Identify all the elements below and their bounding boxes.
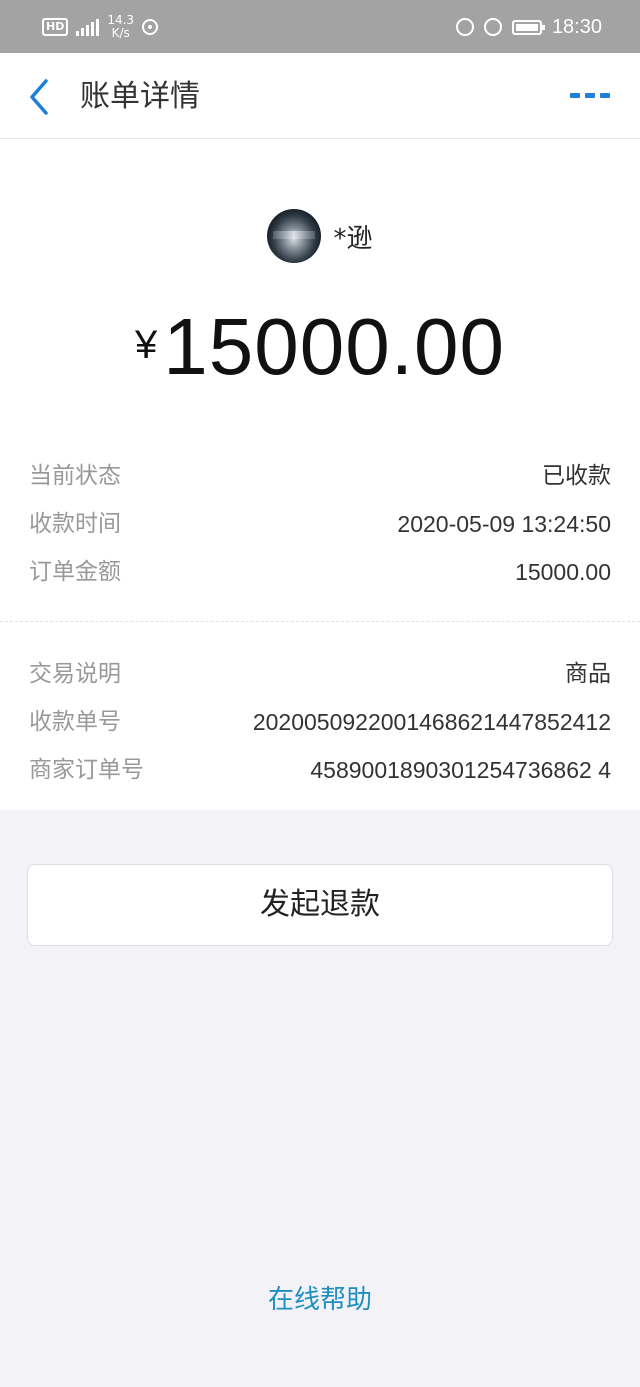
detail-row-receipt-no: 收款单号 2020050922001468621447852412 <box>29 698 611 746</box>
detail-label: 收款时间 <box>29 511 121 537</box>
avatar <box>267 209 322 263</box>
detail-row-time: 收款时间 2020-05-09 13:24:50 <box>29 500 611 548</box>
detail-value: 2020-05-09 13:24:50 <box>397 511 611 537</box>
back-arrow-icon[interactable] <box>24 77 60 117</box>
amount: ¥15000.00 <box>0 301 640 393</box>
currency-symbol: ¥ <box>135 323 158 367</box>
network-speed-unit: K/s <box>111 26 130 40</box>
detail-row-status: 当前状态 已收款 <box>29 452 611 500</box>
detail-label: 商家订单号 <box>29 757 144 783</box>
detail-value: 4589001890301254736862 4 <box>310 757 611 783</box>
alarm-icon <box>455 18 474 36</box>
nav-bar: 账单详情 <box>0 53 640 139</box>
amount-value: 15000.00 <box>163 302 505 391</box>
detail-label: 当前状态 <box>29 463 121 489</box>
network-speed: 14.3 K/s <box>107 14 134 40</box>
bill-detail-card: *逊 ¥15000.00 当前状态 已收款 收款时间 2020-05-09 13… <box>0 139 640 810</box>
more-icon[interactable] <box>570 93 610 98</box>
dashed-divider <box>0 621 640 622</box>
detail-label: 收款单号 <box>29 709 121 735</box>
refund-button[interactable]: 发起退款 <box>27 864 613 946</box>
detail-row-amount: 订单金额 15000.00 <box>29 548 611 596</box>
detail-row-merchant-order-no: 商家订单号 4589001890301254736862 4 <box>29 746 611 794</box>
detail-value: 15000.00 <box>515 559 611 585</box>
battery-icon <box>511 19 545 35</box>
detail-list: 当前状态 已收款 收款时间 2020-05-09 13:24:50 订单金额 1… <box>29 452 611 596</box>
detail-value: 商品 <box>565 661 611 687</box>
status-bar: HD 14.3 K/s 18:30 <box>0 0 640 53</box>
page-title: 账单详情 <box>80 79 200 114</box>
hd-icon: HD <box>42 18 69 36</box>
detail-row-description: 交易说明 商品 <box>29 650 611 698</box>
signal-icon <box>76 18 100 36</box>
payee-name: *逊 <box>333 223 373 254</box>
detail-value: 2020050922001468621447852412 <box>252 709 611 735</box>
payee: *逊 <box>0 209 640 263</box>
speedometer-icon <box>483 18 502 36</box>
detail-label: 订单金额 <box>29 559 121 585</box>
detail-label: 交易说明 <box>29 661 121 687</box>
online-help-link[interactable]: 在线帮助 <box>0 1280 640 1320</box>
sync-icon <box>142 19 159 35</box>
status-right: 18:30 <box>455 12 602 42</box>
detail-list-2: 交易说明 商品 收款单号 202005092200146862144785241… <box>29 650 611 794</box>
detail-value: 已收款 <box>542 463 611 489</box>
status-time: 18:30 <box>551 15 602 38</box>
status-left: HD 14.3 K/s <box>42 12 159 42</box>
